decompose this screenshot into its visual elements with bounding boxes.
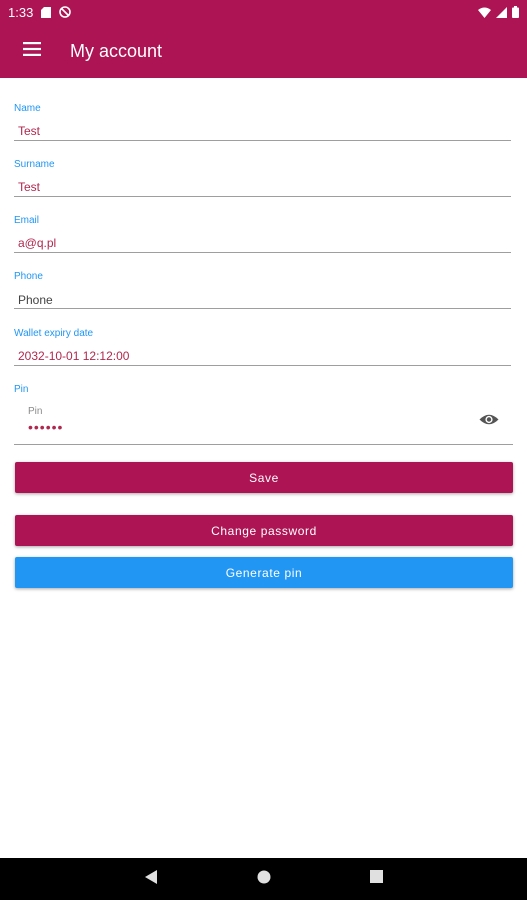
email-value[interactable]: a@q.pl bbox=[18, 236, 56, 250]
signal-icon bbox=[496, 6, 507, 18]
surname-field[interactable]: Surname Test bbox=[14, 156, 511, 198]
name-label: Name bbox=[14, 103, 41, 114]
no-disturb-icon bbox=[59, 6, 72, 18]
name-underline bbox=[14, 140, 511, 141]
wifi-icon bbox=[478, 7, 491, 18]
pin-value[interactable]: •••••• bbox=[28, 419, 63, 435]
wallet-expiry-field[interactable]: Wallet expiry date 2032-10-01 12:12:00 bbox=[14, 325, 511, 367]
hamburger-menu-icon bbox=[23, 41, 41, 61]
back-button[interactable] bbox=[140, 868, 162, 890]
menu-button[interactable] bbox=[0, 24, 64, 78]
wallet-expiry-value[interactable]: 2032-10-01 12:12:00 bbox=[18, 349, 129, 363]
email-underline bbox=[14, 252, 511, 253]
status-left: 1:33 bbox=[8, 4, 72, 20]
status-right bbox=[478, 6, 519, 18]
recents-button[interactable] bbox=[365, 868, 387, 890]
phone-underline bbox=[14, 308, 511, 309]
sd-card-icon bbox=[41, 6, 52, 18]
save-button[interactable]: Save bbox=[15, 462, 513, 493]
home-button[interactable] bbox=[253, 868, 275, 890]
back-icon bbox=[144, 869, 158, 889]
name-field[interactable]: Name Test bbox=[14, 100, 511, 142]
pin-hint: Pin bbox=[28, 406, 43, 417]
page-title: My account bbox=[70, 40, 163, 61]
surname-label: Surname bbox=[14, 159, 55, 170]
wallet-expiry-underline bbox=[14, 365, 511, 366]
pin-field[interactable]: Pin •••••• bbox=[14, 398, 513, 446]
home-icon bbox=[257, 870, 271, 889]
phone-value[interactable]: Phone bbox=[18, 293, 53, 307]
name-value[interactable]: Test bbox=[18, 124, 40, 138]
pin-visibility-toggle[interactable] bbox=[475, 408, 503, 436]
screen: 1:33 My account Name Test Surname Test E… bbox=[0, 0, 527, 900]
wallet-expiry-label: Wallet expiry date bbox=[14, 328, 94, 339]
change-password-button[interactable]: Change password bbox=[15, 515, 513, 546]
email-field[interactable]: Email a@q.pl bbox=[14, 212, 511, 254]
status-bar: 1:33 bbox=[0, 0, 527, 24]
phone-label: Phone bbox=[14, 271, 43, 282]
recents-icon bbox=[369, 870, 383, 888]
eye-icon bbox=[479, 413, 499, 431]
email-label: Email bbox=[14, 215, 40, 226]
surname-value[interactable]: Test bbox=[18, 180, 40, 194]
pin-underline bbox=[14, 444, 513, 445]
surname-underline bbox=[14, 196, 511, 197]
generate-pin-button[interactable]: Generate pin bbox=[15, 557, 513, 588]
status-time: 1:33 bbox=[8, 4, 34, 20]
battery-icon bbox=[512, 6, 519, 18]
app-bar: My account bbox=[0, 24, 527, 78]
phone-field[interactable]: Phone Phone bbox=[14, 268, 511, 310]
pin-label: Pin bbox=[14, 384, 29, 395]
navigation-bar bbox=[0, 858, 527, 900]
